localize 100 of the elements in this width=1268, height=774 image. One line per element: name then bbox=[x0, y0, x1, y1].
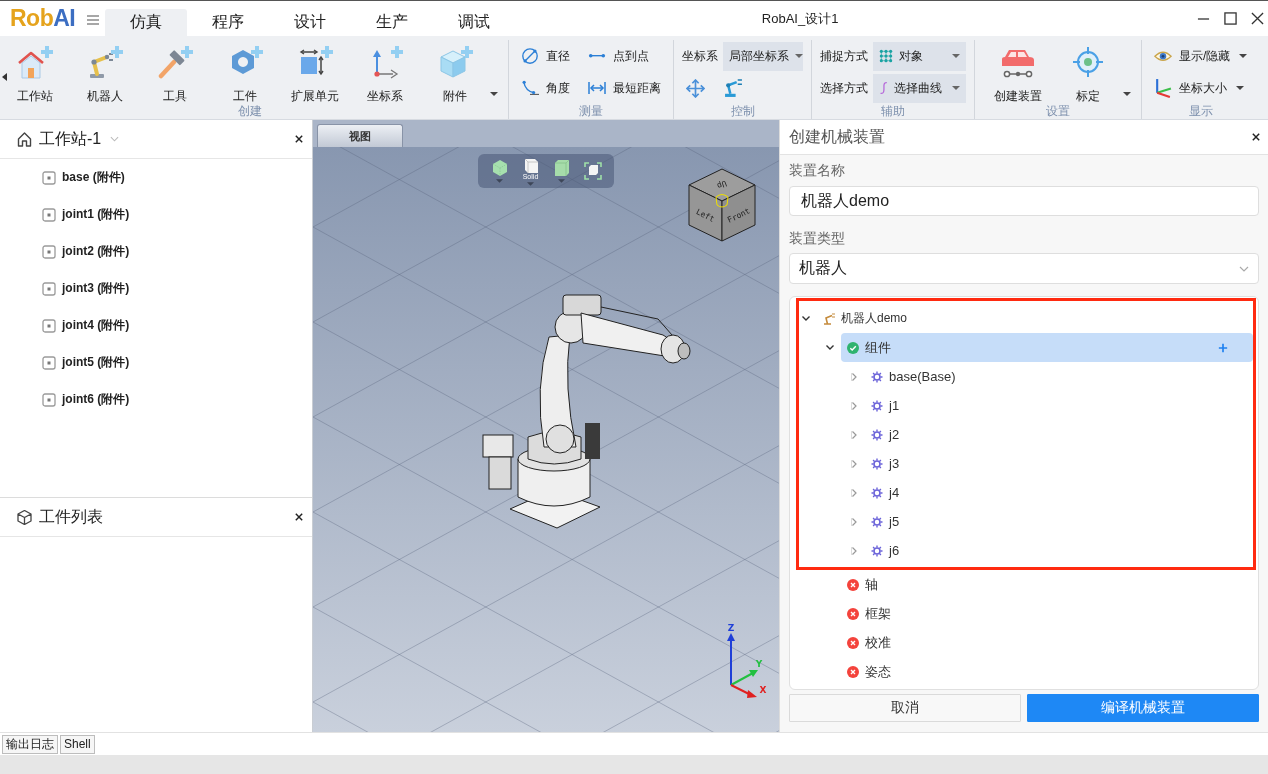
panel-tab[interactable]: 输出日志 bbox=[2, 734, 58, 754]
close-icon[interactable] bbox=[295, 513, 303, 521]
menu-tab[interactable]: 程序 bbox=[187, 9, 270, 36]
ribbon-button[interactable]: 附件 bbox=[420, 40, 500, 104]
home-icon bbox=[17, 131, 32, 147]
field-label: 装置类型 bbox=[789, 229, 845, 248]
fit-frame-icon bbox=[583, 162, 602, 180]
panel-title: 工作站-1 bbox=[39, 128, 102, 149]
maximize-icon[interactable] bbox=[1224, 12, 1237, 25]
ribbon-button[interactable]: 直径 bbox=[521, 40, 570, 72]
caret-icon bbox=[558, 179, 565, 183]
type-select[interactable]: 机器人 bbox=[789, 253, 1259, 284]
distance-icon bbox=[588, 81, 606, 95]
tree-item[interactable]: joint3 (附件) bbox=[0, 270, 130, 307]
ribbon-button[interactable]: 工作站 bbox=[0, 40, 70, 104]
close-icon[interactable] bbox=[295, 135, 303, 143]
x-axis-arrow bbox=[730, 684, 757, 698]
ribbon-button[interactable]: 角度 bbox=[521, 72, 570, 104]
house-plus-icon bbox=[16, 45, 54, 79]
tree-item[interactable]: j5 bbox=[865, 507, 906, 536]
tree-item[interactable]: 校准 bbox=[841, 628, 897, 657]
tree-item[interactable]: j3 bbox=[865, 449, 906, 478]
tree-item[interactable]: base(Base) bbox=[865, 362, 962, 391]
caret-icon bbox=[496, 179, 503, 183]
ribbon-button[interactable]: 点到点 bbox=[588, 40, 661, 72]
point-to-point-icon bbox=[588, 53, 606, 59]
ribbon-button[interactable]: 坐标系 bbox=[350, 40, 420, 104]
dot-grid-icon bbox=[879, 49, 893, 63]
tree-item[interactable]: joint5 (附件) bbox=[0, 344, 130, 381]
tree-item[interactable]: joint6 (附件) bbox=[0, 381, 130, 418]
dropdown[interactable]: 对象 bbox=[873, 41, 966, 71]
tree-item[interactable]: 姿态 bbox=[841, 657, 897, 686]
tree-item[interactable]: j2 bbox=[865, 420, 906, 449]
chevron-right-icon[interactable] bbox=[851, 430, 857, 439]
chevron-right-icon[interactable] bbox=[851, 372, 857, 381]
component-icon bbox=[42, 170, 56, 185]
name-input[interactable]: 机器人demo bbox=[789, 186, 1259, 216]
chevron-right-icon[interactable] bbox=[851, 546, 857, 555]
caret-icon bbox=[795, 54, 803, 58]
ribbon-button[interactable]: 标定 bbox=[1053, 40, 1133, 104]
robot-arm-icon[interactable] bbox=[724, 78, 743, 98]
tree-item[interactable]: base (附件) bbox=[0, 159, 125, 196]
menu-tab[interactable]: 生产 bbox=[351, 9, 434, 36]
dropdown[interactable]: 选择曲线 bbox=[873, 73, 966, 103]
ribbon-button[interactable]: 扩展单元 bbox=[280, 40, 350, 104]
triangle-icon[interactable] bbox=[2, 73, 7, 81]
component-icon bbox=[42, 355, 56, 370]
close-icon[interactable] bbox=[1251, 12, 1264, 25]
menu-tab[interactable]: 设计 bbox=[269, 9, 352, 36]
menu-tab[interactable]: 调试 bbox=[433, 9, 516, 36]
ribbon-button[interactable]: 最短距离 bbox=[588, 72, 661, 104]
ribbon-button[interactable]: 工具 bbox=[140, 40, 210, 104]
view-tab[interactable]: 视图 bbox=[317, 124, 403, 147]
component-icon bbox=[42, 392, 56, 407]
chevron-right-icon[interactable] bbox=[851, 459, 857, 468]
chevron-right-icon[interactable] bbox=[851, 401, 857, 410]
corner-marker-icon[interactable] bbox=[715, 194, 729, 208]
axis-label: X bbox=[759, 685, 767, 695]
menu-icon[interactable] bbox=[87, 15, 100, 25]
cancel-button[interactable]: 取消 bbox=[789, 694, 1021, 722]
component-icon bbox=[42, 318, 56, 333]
chevron-down-icon[interactable] bbox=[802, 316, 810, 321]
caret-icon bbox=[952, 86, 960, 90]
tree-item[interactable]: joint4 (附件) bbox=[0, 307, 130, 344]
tree-item[interactable]: j4 bbox=[865, 478, 906, 507]
close-icon[interactable] bbox=[1252, 133, 1260, 141]
menu-tab[interactable]: 仿真 bbox=[105, 9, 188, 36]
ribbon-button[interactable]: 显示/隐藏 bbox=[1154, 40, 1248, 72]
tree-item[interactable]: 机器人demo bbox=[817, 304, 914, 333]
group-label: 显示 bbox=[1187, 104, 1214, 119]
ribbon-button[interactable]: 机器人 bbox=[70, 40, 140, 104]
hammer-plus-icon bbox=[156, 45, 194, 79]
tree-item[interactable]: joint2 (附件) bbox=[0, 233, 130, 270]
tree-item[interactable]: 轴 bbox=[841, 570, 884, 599]
ribbon-button[interactable]: 创建装置 bbox=[983, 40, 1053, 104]
chevron-right-icon[interactable] bbox=[851, 488, 857, 497]
group-label: 控制 bbox=[729, 104, 756, 119]
tree-item[interactable]: joint1 (附件) bbox=[0, 196, 130, 233]
chevron-right-icon[interactable] bbox=[851, 517, 857, 526]
component-icon bbox=[42, 281, 56, 296]
dropdown[interactable]: 局部坐标系 bbox=[723, 41, 803, 71]
minimize-icon[interactable] bbox=[1197, 17, 1210, 20]
app-logo: RobAI bbox=[9, 4, 76, 33]
tree-item[interactable]: j1 bbox=[865, 391, 906, 420]
plus-icon[interactable] bbox=[1218, 342, 1228, 353]
panel-tab[interactable]: Shell bbox=[60, 734, 95, 754]
move-arrows-icon[interactable] bbox=[686, 78, 705, 98]
ribbon-button[interactable]: 工件 bbox=[210, 40, 280, 104]
field-label: 装置名称 bbox=[789, 161, 845, 180]
tree-item[interactable]: j6 bbox=[865, 536, 906, 565]
compile-button[interactable]: 编译机械装置 bbox=[1027, 694, 1259, 722]
gear-icon bbox=[871, 457, 883, 470]
group-label: 辅助 bbox=[880, 104, 906, 119]
tree-item[interactable]: 组件 bbox=[841, 333, 1253, 362]
component-icon bbox=[42, 207, 56, 222]
chevron-down-icon[interactable] bbox=[826, 345, 834, 350]
tree-item[interactable]: 框架 bbox=[841, 599, 897, 628]
ribbon-button[interactable]: 坐标大小 bbox=[1154, 72, 1248, 104]
z-axis-arrow bbox=[727, 633, 735, 686]
panel-title: 创建机械装置 bbox=[789, 126, 885, 147]
